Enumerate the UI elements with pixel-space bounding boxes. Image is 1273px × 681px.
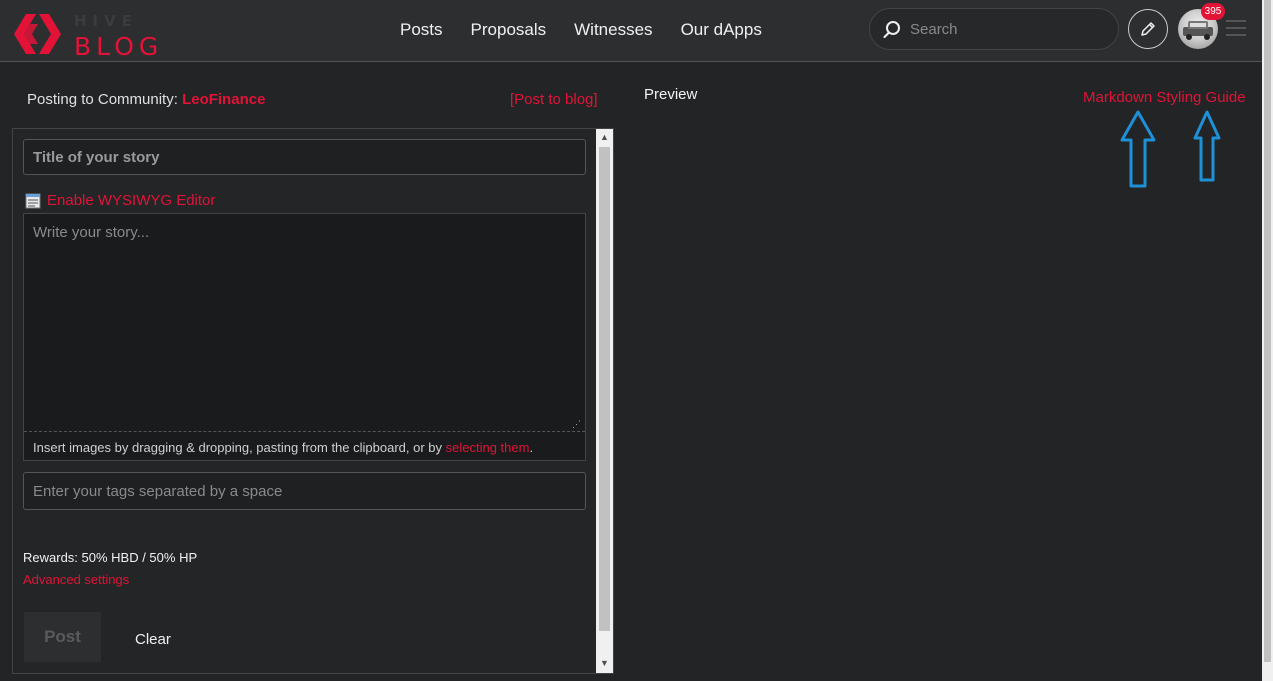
hamburger-menu-icon[interactable] (1226, 20, 1246, 41)
hive-logo-icon (14, 14, 61, 54)
notification-badge: 395 (1201, 3, 1225, 20)
search-icon (883, 21, 900, 38)
editor-panel: Enable WYSIWYG Editor ⋰ Insert images by… (12, 128, 614, 674)
post-button[interactable]: Post (24, 612, 101, 662)
wysiwyg-label: Enable WYSIWYG Editor (47, 192, 216, 209)
main-nav: Posts Proposals Witnesses Our dApps (400, 20, 762, 40)
main-content: Posting to Community: LeoFinance [Post t… (0, 62, 1262, 681)
markdown-styling-guide-link[interactable]: Markdown Styling Guide (1083, 89, 1246, 106)
top-header: HIVE BLOG Posts Proposals Witnesses Our … (0, 0, 1262, 62)
site-logo[interactable]: HIVE BLOG (12, 8, 172, 61)
tags-input[interactable] (23, 472, 586, 510)
page-scrollbar[interactable] (1262, 0, 1273, 681)
rewards-setting: Rewards: 50% HBD / 50% HP (23, 550, 198, 565)
nav-proposals[interactable]: Proposals (471, 20, 547, 40)
community-link[interactable]: LeoFinance (182, 91, 265, 108)
story-textarea[interactable] (24, 214, 585, 432)
insert-hint-text: Insert images by dragging & dropping, pa… (33, 440, 446, 455)
scroll-down-icon[interactable]: ▼ (600, 658, 609, 668)
posting-prefix: Posting to Community: (27, 91, 183, 108)
nav-posts[interactable]: Posts (400, 20, 443, 40)
scroll-up-icon[interactable]: ▲ (600, 132, 609, 142)
editor-scroll-thumb[interactable] (599, 147, 610, 631)
resize-grip-icon[interactable]: ⋰ (572, 419, 581, 430)
logo-text: BLOG (74, 32, 164, 61)
post-to-blog-link[interactable]: [Post to blog] (510, 91, 598, 108)
search-box[interactable] (869, 8, 1119, 50)
story-editor: ⋰ Insert images by dragging & dropping, … (23, 213, 586, 461)
preview-heading: Preview (644, 86, 698, 103)
document-icon (25, 193, 41, 208)
posting-community: Posting to Community: LeoFinance (27, 91, 265, 108)
up-arrow-annotation-icon (1120, 110, 1156, 188)
logo-hidden-text: HIVE (74, 12, 138, 30)
create-post-button[interactable] (1128, 9, 1168, 49)
pencil-icon (1141, 22, 1155, 36)
nav-our-dapps[interactable]: Our dApps (681, 20, 762, 40)
page-scroll-thumb[interactable] (1264, 0, 1271, 662)
editor-scrollbar[interactable]: ▲ ▼ (596, 129, 613, 673)
advanced-settings-link[interactable]: Advanced settings (23, 572, 129, 587)
up-arrow-annotation-icon (1193, 110, 1221, 182)
insert-hint-suffix: . (529, 440, 534, 455)
nav-witnesses[interactable]: Witnesses (574, 20, 652, 40)
title-input[interactable] (23, 139, 586, 175)
select-images-link[interactable]: selecting them (446, 440, 530, 455)
clear-button[interactable]: Clear (135, 631, 171, 648)
search-input[interactable] (910, 17, 1105, 41)
insert-images-hint: Insert images by dragging & dropping, pa… (33, 440, 533, 455)
enable-wysiwyg-toggle[interactable]: Enable WYSIWYG Editor (25, 192, 215, 209)
